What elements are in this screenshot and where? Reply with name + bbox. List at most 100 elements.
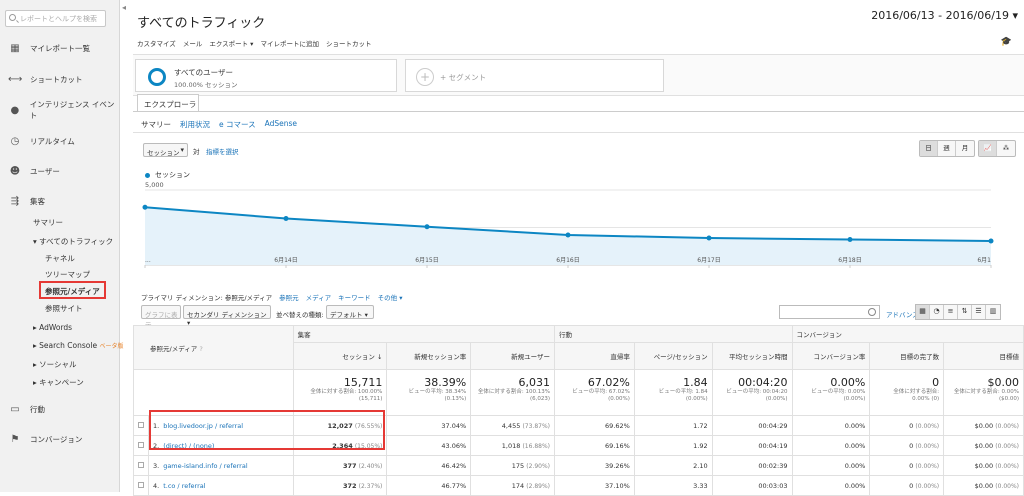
toolbar-shortcut[interactable]: ショートカット (326, 38, 372, 48)
subtab-usage[interactable]: 利用状況 (180, 119, 210, 130)
nav-intelligence[interactable]: ● インテリジェンス イベント (0, 100, 120, 120)
col-bounce-rate[interactable]: 直帰率 (554, 342, 635, 370)
nav-acquisition[interactable]: ⇶ 集客 (0, 191, 120, 211)
subtab-adsense[interactable]: AdSense (265, 119, 297, 130)
dim-source[interactable]: 参照元 (279, 292, 299, 302)
nav-social[interactable]: ▸ ソーシャル (33, 359, 77, 370)
table-view-toggle: ▦ ◔ ≡ ⇅ ☰ ▥ (915, 304, 1001, 320)
nav-dashboards[interactable]: ▦ マイレポート一覧 (0, 38, 120, 58)
report-toolbar: カスタマイズ メール エクスポート ▾ マイレポートに追加 ショートカット (137, 38, 371, 48)
primary-dimension-row: プライマリ ディメンション: 参照元/メディア 参照元 メディア キーワード そ… (141, 292, 403, 302)
row-checkbox[interactable] (138, 421, 144, 428)
sessions-chart: 5,0002,500...6月14日6月15日6月16日6月17日6月18日6月… (142, 181, 994, 268)
explorer-subtabs: サマリー 利用状況 e コマース AdSense (141, 119, 297, 130)
nav-all-traffic[interactable]: ▾ すべてのトラフィック (33, 236, 113, 247)
metric-select[interactable]: セッション (143, 143, 188, 157)
secondary-dimension-select[interactable]: セカンダリ ディメンション ▾ (183, 305, 271, 327)
granularity-day[interactable]: 日 (920, 141, 938, 156)
col-new-session-rate[interactable]: 新規セッション率 (386, 342, 472, 370)
pie-view-icon[interactable]: ◔ (930, 305, 944, 319)
date-range-picker[interactable]: 2016/06/13 - 2016/06/19 ▾ (871, 9, 1018, 22)
nav-behavior[interactable]: ▭ 行動 (0, 399, 120, 419)
dim-medium[interactable]: メディア (306, 292, 332, 302)
data-point (988, 238, 994, 244)
data-point (706, 235, 712, 241)
dimension-header[interactable]: 参照元/メディア ? (133, 325, 294, 370)
table-search-input[interactable] (779, 305, 880, 319)
subtab-summary[interactable]: サマリー (141, 119, 171, 130)
row-checkbox[interactable] (138, 481, 144, 488)
nav-shortcuts[interactable]: ⟷ ショートカット (0, 69, 120, 89)
toolbar-customize[interactable]: カスタマイズ (137, 38, 176, 48)
add-segment-button[interactable]: + + セグメント (405, 59, 664, 92)
line-chart-icon[interactable]: 📈 (979, 141, 997, 156)
nav-search-console[interactable]: ▸ Search Console ベータ版 (33, 341, 123, 350)
beta-badge: ベータ版 (99, 343, 124, 350)
nav-campaign[interactable]: ▸ キャンペーン (33, 377, 84, 388)
x-tick-label: 6月16日 (556, 257, 579, 264)
toolbar-export[interactable]: エクスポート ▾ (209, 38, 253, 48)
totals-row: 15,711 全体に対する割合: 100.00% (15,711) 38.39% ビ… (133, 369, 1024, 416)
col-new-users[interactable]: 新規ユーザー (470, 342, 555, 370)
chart-legend: セッション (145, 170, 190, 180)
sort-type-select[interactable]: デフォルト ▾ (326, 305, 374, 319)
source-link[interactable]: game-island.info / referral (163, 462, 247, 470)
segment-bar: すべてのユーザー 100.00% セッション + + セグメント (133, 54, 1024, 96)
help-icon: ? (199, 344, 203, 353)
nav-treemap[interactable]: ツリーマップ (45, 269, 90, 280)
clock-icon: ◷ (10, 135, 20, 147)
nav-channel[interactable]: チャネル (45, 253, 75, 264)
chevron-down-icon: ▾ (1012, 9, 1018, 22)
nav-adwords[interactable]: ▸ AdWords (33, 323, 72, 332)
motion-chart-icon[interactable]: ⁂ (997, 141, 1015, 156)
plot-rows-button[interactable]: グラフに表示 (141, 305, 181, 329)
dim-other[interactable]: その他 ▾ (378, 292, 403, 302)
advanced-filter-link[interactable]: アドバンス (886, 309, 919, 319)
x-tick-label: 6月14日 (274, 257, 297, 264)
col-sessions[interactable]: セッション ↓ (292, 342, 388, 370)
col-goal-value[interactable]: 目標値 (943, 342, 1024, 370)
source-link[interactable]: t.co / referral (163, 482, 205, 490)
collapse-sidebar-icon[interactable]: ◂ (122, 3, 128, 12)
nav-audience[interactable]: ☻ ユーザー (0, 161, 120, 181)
acquisition-icon: ⇶ (10, 195, 20, 207)
segment-all-users[interactable]: すべてのユーザー 100.00% セッション (135, 59, 397, 92)
col-avg-session-duration[interactable]: 平均セッション時間 (711, 342, 793, 370)
col-pages-per-session[interactable]: ページ/セッション (633, 342, 713, 370)
granularity-toggle: 日 週 月 (919, 140, 975, 157)
sort-desc-icon: ↓ (376, 353, 383, 361)
table-row: 4. t.co / referral 372 (2.37%) 46.77% 174… (133, 475, 1024, 496)
row-checkbox[interactable] (138, 461, 144, 468)
tab-explorer[interactable]: エクスプローラ (137, 94, 199, 112)
nav-referral-sites[interactable]: 参照サイト (45, 303, 83, 314)
row-checkbox[interactable] (138, 441, 144, 448)
data-point (424, 224, 430, 230)
chart-type-toggle: 📈 ⁂ (978, 140, 1016, 157)
x-tick-label: 6月15日 (415, 257, 438, 264)
nav-acq-summary[interactable]: サマリー (33, 217, 63, 228)
highlight-box-rows (149, 410, 385, 450)
col-goal-completions[interactable]: 目標の完了数 (869, 342, 945, 370)
dim-keyword[interactable]: キーワード (338, 292, 371, 302)
toolbar-add-dashboard[interactable]: マイレポートに追加 (260, 38, 319, 48)
report-search-input[interactable]: レポートとヘルプを検索 (5, 10, 106, 27)
comparison-view-icon[interactable]: ⇅ (958, 305, 972, 319)
granularity-week[interactable]: 週 (938, 141, 956, 156)
col-conversion-rate[interactable]: コンバージョン率 (791, 342, 871, 370)
subtab-ecommerce[interactable]: e コマース (219, 119, 256, 130)
toolbar-email[interactable]: メール (183, 38, 203, 48)
graduation-cap-icon[interactable]: 🎓 (1001, 37, 1012, 47)
performance-view-icon[interactable]: ≡ (944, 305, 958, 319)
table-view-icon[interactable]: ▦ (916, 305, 930, 319)
page-title: すべてのトラフィック (137, 16, 266, 31)
pivot-view-icon[interactable]: ▥ (986, 305, 1000, 319)
nav-realtime[interactable]: ◷ リアルタイム (0, 131, 120, 151)
sort-type-label: 並べ替えの種類: (276, 311, 324, 319)
group-behavior: 行動 (554, 325, 793, 343)
granularity-month[interactable]: 月 (956, 141, 974, 156)
lightbulb-icon: ● (10, 104, 20, 116)
term-cloud-icon[interactable]: ☰ (972, 305, 986, 319)
select-metric-link[interactable]: 指標を選択 (206, 146, 239, 156)
x-tick-label: 6月17日 (697, 257, 720, 264)
nav-conversion[interactable]: ⚑ コンバージョン (0, 429, 120, 449)
